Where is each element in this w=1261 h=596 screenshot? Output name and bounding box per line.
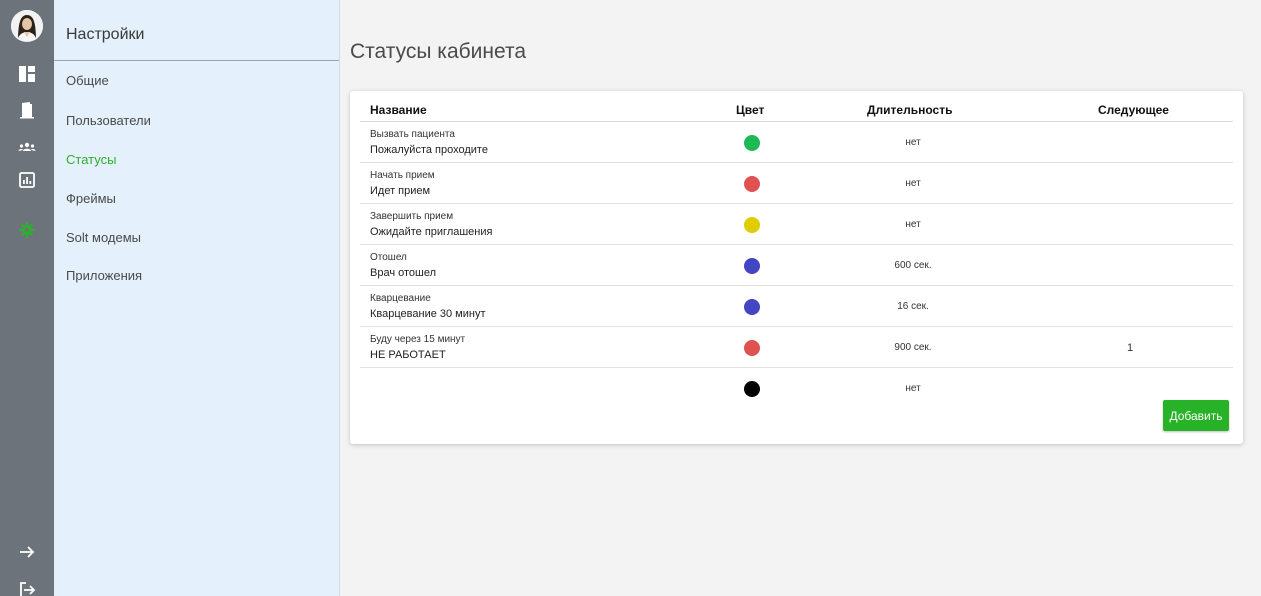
color-dot (744, 258, 760, 274)
color-dot (744, 135, 760, 151)
duration-cell: нет (905, 219, 921, 230)
add-button[interactable]: Добавить (1163, 400, 1229, 431)
main-content: Статусы кабинета Название Цвет Длительно… (340, 0, 1261, 596)
settings-sidebar: Настройки Общие Пользователи Статусы Фре… (54, 0, 340, 596)
dashboard-icon[interactable] (14, 61, 40, 87)
color-dot (744, 340, 760, 356)
status-message: Пожалуйста проходите (370, 144, 488, 156)
statuses-card: Название Цвет Длительность Следующее Выз… (350, 91, 1243, 444)
table-row[interactable]: нет (360, 368, 1233, 409)
logout-icon[interactable] (14, 577, 40, 596)
status-message: Кварцевание 30 минут (370, 308, 486, 320)
status-message: НЕ РАБОТАЕТ (370, 349, 446, 361)
sidebar-item-statuses[interactable]: Статусы (66, 152, 116, 167)
duration-cell: 600 сек. (894, 260, 932, 271)
sidebar-item-users[interactable]: Пользователи (66, 113, 151, 128)
status-name: Отошел (370, 252, 407, 263)
duration-cell: нет (905, 178, 921, 189)
door-icon[interactable] (14, 97, 40, 123)
duration-cell: 16 сек. (897, 301, 929, 312)
table-row[interactable]: Отошел Врач отошел 600 сек. (360, 245, 1233, 286)
avatar[interactable] (11, 10, 43, 42)
table-row[interactable]: Кварцевание Кварцевание 30 минут 16 сек. (360, 286, 1233, 327)
color-dot (744, 176, 760, 192)
sidebar-item-frames[interactable]: Фреймы (66, 191, 116, 206)
column-header-color: Цвет (736, 103, 765, 117)
table-header: Название Цвет Длительность Следующее (360, 91, 1233, 122)
duration-cell: нет (905, 383, 921, 394)
status-name: Завершить прием (370, 211, 454, 222)
users-icon[interactable] (14, 134, 40, 160)
status-name: Кварцевание (370, 293, 431, 304)
settings-gear-icon[interactable] (14, 217, 40, 243)
sidebar-divider (54, 60, 339, 61)
icon-rail (0, 0, 54, 596)
table-row[interactable]: Буду через 15 минут НЕ РАБОТАЕТ 900 сек. 1 (360, 327, 1233, 368)
status-name: Начать прием (370, 170, 435, 181)
status-message: Врач отошел (370, 267, 437, 279)
status-name: Вызвать пациента (370, 129, 455, 140)
duration-cell: 900 сек. (894, 342, 932, 353)
duration-cell: нет (905, 137, 921, 148)
page-title: Статусы кабинета (350, 40, 527, 63)
chart-icon[interactable] (14, 167, 40, 193)
status-name: Буду через 15 минут (370, 334, 466, 345)
color-dot (744, 381, 760, 397)
column-header-duration: Длительность (867, 103, 953, 117)
color-dot (744, 217, 760, 233)
table-row[interactable]: Начать прием Идет прием нет (360, 163, 1233, 204)
sidebar-item-general[interactable]: Общие (66, 73, 109, 88)
status-message: Идет прием (370, 185, 431, 197)
color-dot (744, 299, 760, 315)
status-message: Ожидайте приглашения (370, 226, 493, 238)
arrow-right-icon[interactable] (14, 539, 40, 565)
column-header-next: Следующее (1098, 103, 1169, 117)
sidebar-item-applications[interactable]: Приложения (66, 268, 142, 283)
table-row[interactable]: Завершить прием Ожидайте приглашения нет (360, 204, 1233, 245)
table-row[interactable]: Вызвать пациента Пожалуйста проходите нет (360, 122, 1233, 163)
sidebar-title: Настройки (66, 26, 145, 43)
column-header-name: Название (370, 103, 427, 117)
sidebar-item-solt-modems[interactable]: Solt модемы (66, 230, 141, 245)
next-cell: 1 (1126, 342, 1134, 354)
